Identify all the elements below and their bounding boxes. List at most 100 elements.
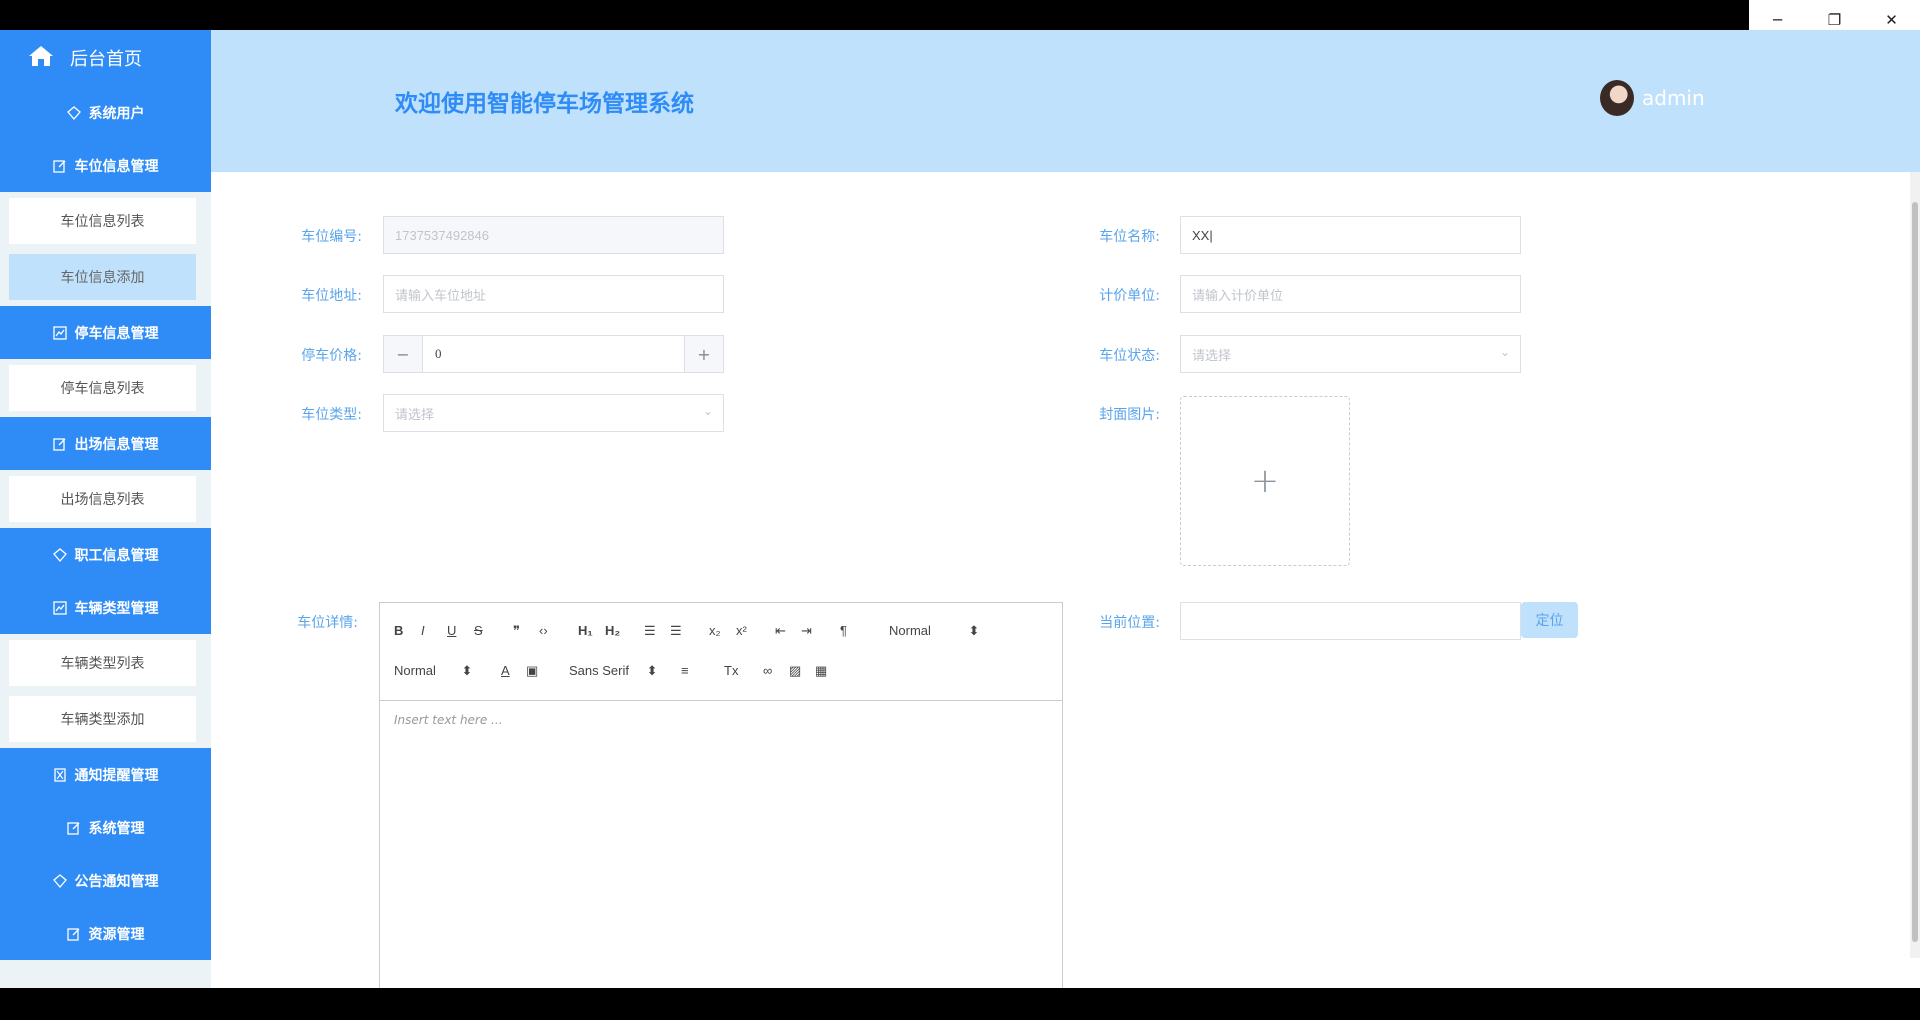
cover-upload[interactable]: + (1180, 396, 1350, 566)
sidebar-sub-item[interactable]: 车位信息添加 (9, 254, 196, 300)
sidebar-menu-label: 出场信息管理 (74, 436, 159, 453)
ordered-list-button[interactable]: ☰ (644, 623, 656, 639)
plus-icon: + (1250, 461, 1280, 501)
updown-icon: ⬍ (461, 663, 473, 678)
location-label: 当前位置: (1099, 615, 1160, 631)
avatar (1600, 80, 1634, 116)
updown-icon: ⬍ (968, 623, 980, 638)
type-placeholder: 请选择 (395, 406, 435, 422)
sidebar-sub-item[interactable]: 出场信息列表 (9, 476, 196, 522)
sidebar-submenu: 车辆类型列表 车辆类型添加 (0, 634, 211, 748)
color-button[interactable]: A (501, 663, 510, 678)
user-menu[interactable]: admin (1600, 80, 1705, 116)
type-select[interactable]: 请选择 ⌄ (383, 394, 724, 432)
type-label: 车位类型: (301, 407, 362, 423)
home-icon (28, 44, 54, 73)
size-select[interactable]: Normal ⬍ (394, 663, 472, 679)
spot-name-label: 车位名称: (1099, 229, 1160, 245)
sidebar-sub-item[interactable]: 车位信息列表 (9, 198, 196, 244)
os-titlebar (0, 0, 1920, 30)
unit-label: 计价单位: (1099, 288, 1160, 304)
bullet-list-button[interactable]: ☰ (670, 623, 682, 639)
sidebar-sub-item[interactable]: 停车信息列表 (9, 365, 196, 411)
spot-name-input[interactable]: XX| (1180, 216, 1521, 254)
sidebar-menu-item[interactable]: 通知提醒管理 (0, 748, 211, 801)
link-button[interactable]: ∞ (763, 663, 772, 678)
direction-button[interactable]: ¶ (840, 623, 847, 638)
video-button[interactable]: ▦ (815, 663, 827, 679)
rich-text-editor: B I U S ❞ ‹› H₁ H₂ ☰ ☰ x₂ x² ⇤ ⇥ ¶ Norma… (379, 602, 1063, 988)
sidebar-submenu: 车位信息列表 车位信息添加 (0, 192, 211, 306)
sidebar-home[interactable]: 后台首页 (0, 30, 211, 86)
editor-placeholder[interactable]: Insert text here ... (394, 713, 503, 727)
spot-no-label: 车位编号: (301, 229, 362, 245)
header: 欢迎使用智能停车场管理系统 admin (211, 30, 1920, 172)
sidebar-sub-item[interactable]: 车辆类型列表 (9, 640, 196, 686)
font-select[interactable]: Sans Serif ⬍ (569, 663, 658, 679)
locate-button[interactable]: 定位 (1521, 602, 1578, 638)
bold-button[interactable]: B (394, 623, 403, 638)
page-title: 欢迎使用智能停车场管理系统 (395, 91, 694, 117)
background-button[interactable]: ▣ (526, 663, 538, 679)
scrollbar-thumb[interactable] (1912, 202, 1918, 942)
status-placeholder: 请选择 (1192, 347, 1232, 363)
cover-label: 封面图片: (1099, 407, 1160, 423)
status-select[interactable]: 请选择 ⌄ (1180, 335, 1521, 373)
superscript-button[interactable]: x² (736, 623, 747, 638)
updown-icon: ⬍ (646, 663, 658, 678)
sidebar-menu-item[interactable]: 公告通知管理 (0, 854, 211, 907)
align-button[interactable]: ≡ (681, 663, 689, 678)
sidebar-menu-item[interactable]: 资源管理 (0, 907, 211, 960)
sidebar: 后台首页 系统用户 车位信息管理 车位信息列表 车位信息添加 停车信息管理 停车信息列表出… (0, 30, 211, 988)
chevron-down-icon: ⌄ (1499, 345, 1510, 359)
diamond-icon (52, 873, 67, 888)
quote-button[interactable]: ❞ (513, 623, 520, 639)
detail-label: 车位详情: (297, 615, 358, 631)
strike-button[interactable]: S (474, 623, 483, 638)
price-stepper[interactable]: − 0 + (383, 335, 724, 373)
header-select[interactable]: Normal ⬍ (889, 623, 979, 639)
sidebar-menu-item[interactable]: 出场信息管理 (0, 417, 211, 470)
sidebar-menu-item[interactable]: 系统用户 (0, 86, 211, 139)
sidebar-submenu: 停车信息列表 (0, 359, 211, 417)
sidebar-sub-item[interactable]: 车辆类型添加 (9, 696, 196, 742)
sidebar-menu-item[interactable]: 系统管理 (0, 801, 211, 854)
price-label: 停车价格: (301, 348, 362, 364)
chevron-down-icon: ⌄ (702, 404, 713, 418)
spot-no-input[interactable]: 1737537492846 (383, 216, 724, 254)
address-input[interactable]: 请输入车位地址 (383, 275, 724, 313)
h1-button[interactable]: H₁ (578, 623, 593, 638)
scrollbar[interactable] (1910, 172, 1920, 958)
sidebar-menu-label: 系统用户 (88, 105, 145, 122)
clean-button[interactable]: Tx (724, 663, 738, 678)
sidebar-menu-item[interactable]: 车辆类型管理 (0, 581, 211, 634)
price-value[interactable]: 0 (423, 336, 684, 372)
h2-button[interactable]: H₂ (605, 623, 620, 638)
subscript-button[interactable]: x₂ (709, 623, 721, 638)
price-increase-button[interactable]: + (684, 336, 723, 372)
sidebar-menu-label: 系统管理 (88, 820, 145, 837)
chart-icon (52, 325, 67, 340)
sidebar-menu-label: 车辆类型管理 (74, 600, 159, 617)
image-button[interactable]: ▨ (789, 663, 801, 679)
italic-button[interactable]: I (421, 623, 425, 638)
price-decrease-button[interactable]: − (384, 336, 423, 372)
os-bottombar (0, 988, 1920, 1020)
unit-input[interactable]: 请输入计价单位 (1180, 275, 1521, 313)
sidebar-submenu: 出场信息列表 (0, 470, 211, 528)
underline-button[interactable]: U (447, 623, 456, 638)
diamond-icon (52, 547, 67, 562)
location-input[interactable] (1180, 602, 1521, 640)
sidebar-menu-item[interactable]: 车位信息管理 (0, 139, 211, 192)
status-label: 车位状态: (1099, 348, 1160, 364)
edit-icon (66, 927, 81, 941)
sidebar-menu-item[interactable]: 停车信息管理 (0, 306, 211, 359)
indent-less-button[interactable]: ⇤ (775, 623, 786, 639)
sidebar-menu-label: 车位信息管理 (74, 158, 159, 175)
sidebar-home-label: 后台首页 (70, 49, 142, 70)
sidebar-menu-item[interactable]: 职工信息管理 (0, 528, 211, 581)
code-button[interactable]: ‹› (539, 623, 548, 638)
indent-more-button[interactable]: ⇥ (801, 623, 812, 639)
sidebar-menu-label: 通知提醒管理 (74, 767, 159, 784)
sidebar-menu: 系统用户 车位信息管理 车位信息列表 车位信息添加 停车信息管理 停车信息列表 出场信息管理… (0, 86, 211, 960)
